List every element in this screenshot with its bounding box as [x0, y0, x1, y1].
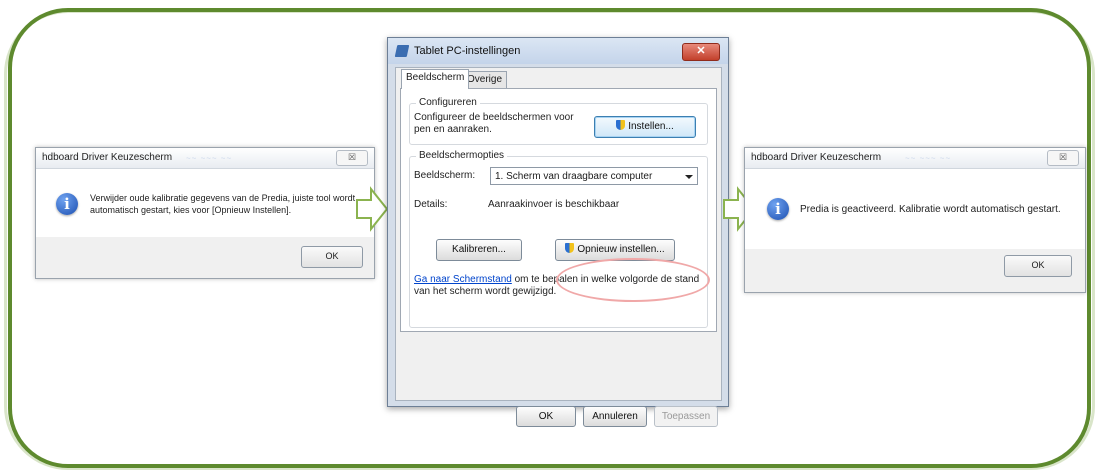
chevron-down-icon — [685, 175, 693, 179]
uac-shield-icon — [616, 120, 626, 130]
highlight-ellipse — [556, 258, 710, 302]
tab-beeldscherm[interactable]: Beeldscherm — [401, 69, 470, 89]
right-dialog-body: i Predia is geactiveerd. Kalibratie word… — [745, 169, 1085, 249]
display-options-group: Beeldschermopties Beeldscherm: 1. Scherm… — [409, 150, 708, 328]
details-label: Details: — [414, 199, 448, 210]
left-dialog-titlebar: hdboard Driver Keuzescherm ~~ ~~~ ~~ ☒ — [36, 148, 374, 169]
left-dialog-message: Verwijder oude kalibratie gegevens van d… — [90, 193, 356, 215]
cancel-button[interactable]: Annuleren — [583, 406, 647, 427]
left-dialog-body: i Verwijder oude kalibratie gegevens van… — [36, 169, 374, 237]
calibrate-button[interactable]: Kalibreren... — [436, 239, 522, 261]
info-icon: i — [56, 193, 78, 215]
right-dialog-title: hdboard Driver Keuzescherm — [751, 152, 882, 163]
tablet-pen-icon — [394, 45, 410, 57]
main-dialog-title: Tablet PC-instellingen — [414, 45, 521, 57]
info-icon: i — [767, 198, 789, 220]
right-dialog-ok-button[interactable]: OK — [1004, 255, 1072, 277]
display-select-value: 1. Scherm van draagbare computer — [495, 171, 653, 182]
right-dialog-close-button[interactable]: ☒ — [1047, 150, 1079, 166]
apply-button[interactable]: Toepassen — [654, 406, 718, 427]
configure-description: Configureer de beeldschermen voor pen en… — [414, 112, 574, 135]
main-dialog-close-button[interactable]: ✕ — [682, 43, 720, 61]
right-arrow-icon — [356, 186, 389, 232]
details-value: Aanraakinvoer is beschikbaar — [488, 199, 620, 210]
screen-orientation-link[interactable]: Ga naar Schermstand — [414, 274, 512, 285]
display-options-group-label: Beeldschermopties — [416, 150, 508, 161]
titlebar-glare: ~~ ~~~ ~~ — [905, 154, 952, 163]
left-message-dialog: hdboard Driver Keuzescherm ~~ ~~~ ~~ ☒ i… — [35, 147, 375, 279]
setup-button[interactable]: Instellen... — [594, 116, 696, 138]
display-label: Beeldscherm: — [414, 170, 476, 181]
left-dialog-ok-button[interactable]: OK — [301, 246, 363, 268]
tablet-pc-settings-dialog: Tablet PC-instellingen ✕ Beeldscherm Ove… — [387, 37, 729, 427]
ok-button[interactable]: OK — [516, 406, 576, 427]
left-dialog-close-button[interactable]: ☒ — [336, 150, 368, 166]
configure-group-label: Configureren — [416, 97, 480, 108]
display-select[interactable]: 1. Scherm van draagbare computer — [490, 167, 698, 185]
reset-button-label: Opnieuw instellen... — [577, 244, 665, 255]
main-dialog-titlebar: Tablet PC-instellingen ✕ — [388, 38, 728, 64]
left-dialog-title: hdboard Driver Keuzescherm — [42, 152, 173, 163]
main-dialog-client: Beeldscherm Overige Configureren Configu… — [395, 67, 722, 427]
configure-group: Configureren Configureer de beeldscherme… — [409, 97, 708, 145]
right-dialog-message: Predia is geactiveerd. Kalibratie wordt … — [800, 204, 1061, 215]
uac-shield-icon — [565, 243, 575, 253]
right-dialog-titlebar: hdboard Driver Keuzescherm ~~ ~~~ ~~ ☒ — [745, 148, 1085, 169]
right-message-dialog: hdboard Driver Keuzescherm ~~ ~~~ ~~ ☒ i… — [744, 147, 1086, 293]
setup-button-label: Instellen... — [628, 121, 674, 132]
titlebar-glare: ~~ ~~~ ~~ — [186, 154, 233, 163]
